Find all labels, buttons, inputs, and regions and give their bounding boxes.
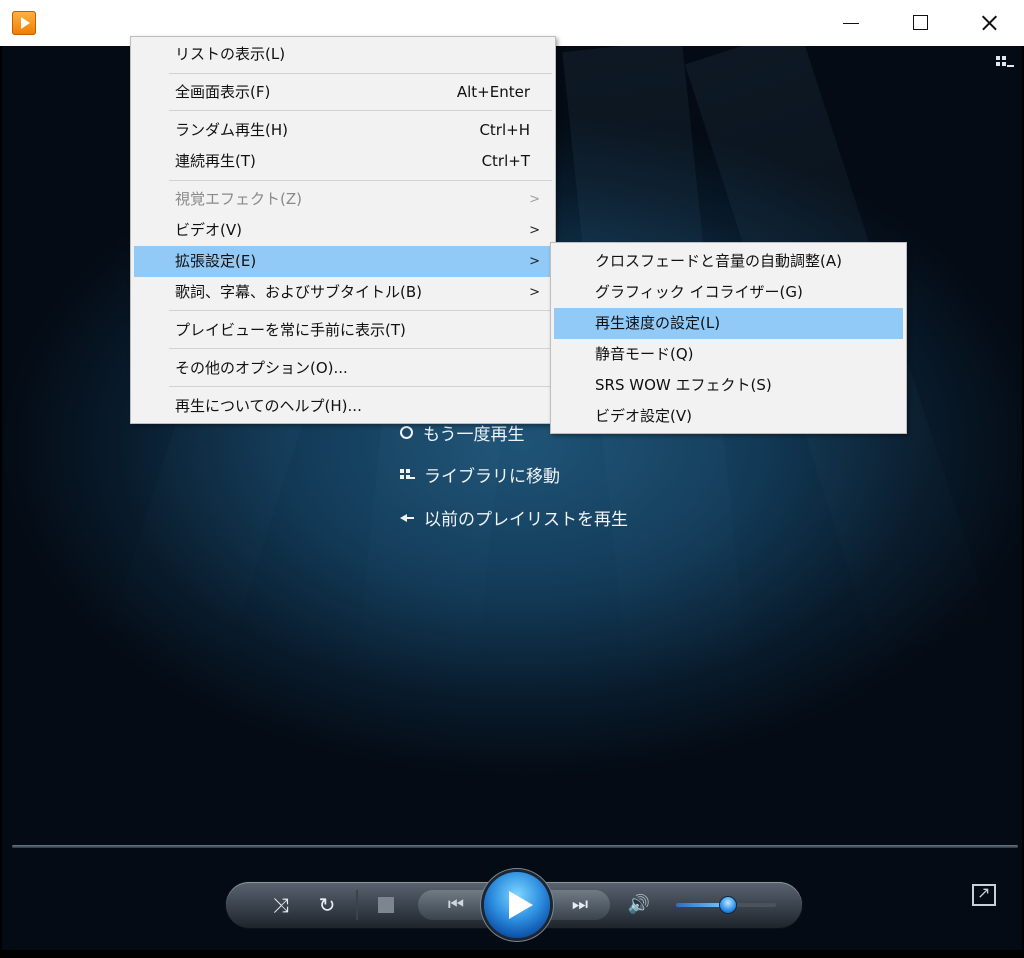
menu-item-playback-help[interactable]: 再生についてのヘルプ(H)... bbox=[134, 391, 552, 422]
menu-item-fullscreen[interactable]: 全画面表示(F) Alt+Enter bbox=[134, 77, 552, 108]
menu-item-label: ビデオ設定(V) bbox=[595, 407, 692, 425]
previous-button[interactable]: ⏮ bbox=[426, 882, 486, 928]
maximize-button[interactable] bbox=[886, 0, 954, 46]
close-button[interactable] bbox=[956, 0, 1024, 46]
volume-slider[interactable] bbox=[676, 897, 776, 913]
menu-item-label: 全画面表示(F) bbox=[175, 83, 271, 101]
task-play-previous-playlist[interactable]: 以前のプレイリストを再生 bbox=[400, 505, 628, 530]
menu-item-repeat[interactable]: 連続再生(T) Ctrl+T bbox=[134, 146, 552, 177]
menu-item-label: 静音モード(Q) bbox=[595, 345, 694, 363]
shuffle-button[interactable]: ⤨ bbox=[266, 882, 296, 928]
menu-item-label: リストの表示(L) bbox=[175, 45, 286, 63]
play-button[interactable] bbox=[484, 872, 550, 938]
context-menu: リストの表示(L) 全画面表示(F) Alt+Enter ランダム再生(H) C… bbox=[130, 36, 556, 424]
menu-item-label: 拡張設定(E) bbox=[175, 252, 257, 270]
replay-icon bbox=[400, 426, 413, 439]
menu-item-visualizations: 視覚エフェクト(Z) > bbox=[134, 184, 552, 215]
menu-separator bbox=[169, 73, 552, 74]
control-divider bbox=[356, 890, 358, 920]
stop-button[interactable] bbox=[378, 897, 394, 913]
playback-controls: ⤨ ↻ ⏮ ⏭ 🔊 bbox=[226, 872, 802, 938]
task-label: 以前のプレイリストを再生 bbox=[424, 510, 628, 530]
menu-item-always-on-top[interactable]: プレイビューを常に手前に表示(T) bbox=[134, 315, 552, 346]
menu-item-label: 再生速度の設定(L) bbox=[595, 314, 721, 332]
menu-item-label: ビデオ(V) bbox=[175, 221, 242, 239]
mute-button[interactable]: 🔊 bbox=[624, 882, 654, 928]
task-go-to-library[interactable]: ライブラリに移動 bbox=[400, 462, 560, 487]
menu-item-more-options[interactable]: その他のオプション(O)... bbox=[134, 353, 552, 384]
submenu-item-srs-wow[interactable]: SRS WOW エフェクト(S) bbox=[554, 370, 903, 401]
menu-item-label: ランダム再生(H) bbox=[175, 121, 288, 139]
menu-item-label: 歌詞、字幕、およびサブタイトル(B) bbox=[175, 283, 422, 301]
submenu-item-quiet-mode[interactable]: 静音モード(Q) bbox=[554, 339, 903, 370]
menu-item-label: プレイビューを常に手前に表示(T) bbox=[175, 321, 406, 339]
media-player-app-icon[interactable] bbox=[12, 11, 36, 35]
menu-separator bbox=[169, 310, 552, 311]
submenu-item-video-settings[interactable]: ビデオ設定(V) bbox=[554, 401, 903, 432]
next-button[interactable]: ⏭ bbox=[550, 882, 610, 928]
submenu-item-equalizer[interactable]: グラフィック イコライザー(G) bbox=[554, 277, 903, 308]
chevron-right-icon: > bbox=[529, 285, 540, 300]
menu-item-enhancements[interactable]: 拡張設定(E) > bbox=[134, 246, 552, 277]
menu-item-label: クロスフェードと音量の自動調整(A) bbox=[595, 252, 842, 270]
minimize-button[interactable] bbox=[818, 0, 886, 46]
menu-item-label: 再生についてのヘルプ(H)... bbox=[175, 397, 362, 415]
menu-separator bbox=[169, 180, 552, 181]
menu-item-label: 視覚エフェクト(Z) bbox=[175, 190, 302, 208]
menu-item-label: その他のオプション(O)... bbox=[175, 359, 348, 377]
menu-item-video[interactable]: ビデオ(V) > bbox=[134, 215, 552, 246]
seek-bar[interactable] bbox=[12, 845, 1018, 848]
task-label: ライブラリに移動 bbox=[424, 467, 560, 487]
chevron-right-icon: > bbox=[529, 223, 540, 238]
menu-separator bbox=[169, 110, 552, 111]
volume-slider-thumb[interactable] bbox=[720, 897, 736, 913]
menu-separator bbox=[169, 386, 552, 387]
menu-item-lyrics-captions[interactable]: 歌詞、字幕、およびサブタイトル(B) > bbox=[134, 277, 552, 308]
menu-item-label: 連続再生(T) bbox=[175, 152, 256, 170]
enhancements-submenu: クロスフェードと音量の自動調整(A) グラフィック イコライザー(G) 再生速度… bbox=[550, 242, 907, 434]
menu-item-shortcut: Ctrl+T bbox=[481, 152, 530, 170]
submenu-item-play-speed[interactable]: 再生速度の設定(L) bbox=[554, 308, 903, 339]
menu-separator bbox=[169, 348, 552, 349]
menu-item-shuffle[interactable]: ランダム再生(H) Ctrl+H bbox=[134, 115, 552, 146]
fullscreen-toggle-icon[interactable] bbox=[972, 883, 996, 906]
menu-item-label: グラフィック イコライザー(G) bbox=[595, 283, 803, 301]
submenu-item-crossfade[interactable]: クロスフェードと音量の自動調整(A) bbox=[554, 246, 903, 277]
switch-to-library-icon[interactable] bbox=[996, 56, 1014, 72]
menu-item-label: SRS WOW エフェクト(S) bbox=[595, 376, 772, 394]
chevron-right-icon: > bbox=[529, 192, 540, 207]
library-icon bbox=[400, 468, 415, 482]
chevron-right-icon: > bbox=[529, 254, 540, 269]
menu-item-shortcut: Ctrl+H bbox=[479, 121, 530, 139]
menu-item-show-list[interactable]: リストの表示(L) bbox=[134, 39, 552, 70]
repeat-button[interactable]: ↻ bbox=[312, 882, 342, 928]
back-arrow-icon bbox=[400, 511, 414, 525]
menu-item-shortcut: Alt+Enter bbox=[456, 83, 530, 101]
